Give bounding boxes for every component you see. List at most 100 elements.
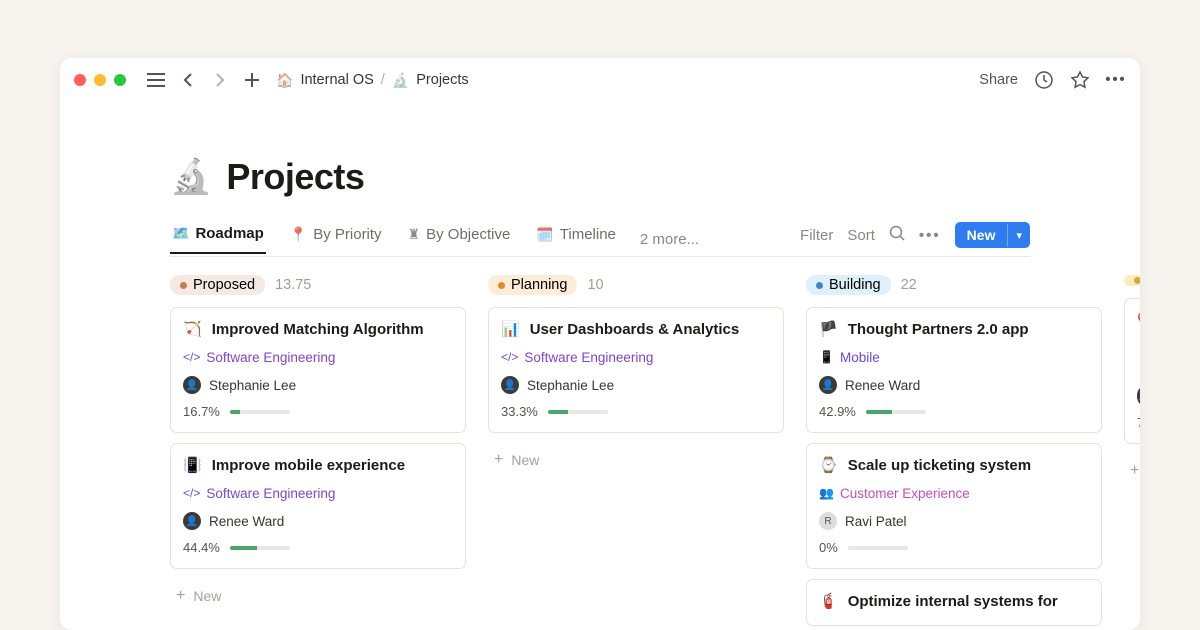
progress-pct: 42.9% <box>819 404 856 419</box>
nav-back-button[interactable] <box>176 68 200 92</box>
titlebar: 🏠 Internal OS / 🔬 Projects Share ••• <box>60 58 1140 102</box>
tag-icon: 📱 <box>819 350 834 364</box>
tab-by-objective[interactable]: ♜ By Objective <box>406 226 513 253</box>
microscope-icon: 🔬 <box>392 72 409 89</box>
view-tools: Filter Sort ••• New ▾ <box>800 222 1030 256</box>
card-owner: 👤Renee Ward <box>819 376 1089 394</box>
card-tag: 📱Mobile <box>819 350 880 365</box>
new-page-button[interactable] <box>240 68 264 92</box>
tab-roadmap[interactable]: 🗺️ Roadmap <box>170 225 266 254</box>
page-header: 🔬 Projects <box>170 156 1030 198</box>
status-dot-icon <box>498 282 505 289</box>
tab-timeline[interactable]: 🗓️ Timeline <box>534 226 618 253</box>
more-icon[interactable]: ••• <box>1106 70 1126 90</box>
progress-pct: 44.4% <box>183 540 220 555</box>
column-header: Proposed 13.75 <box>170 275 466 295</box>
card-emoji-icon: 🏴 <box>819 320 838 340</box>
share-button[interactable]: Share <box>979 72 1018 88</box>
status-dot-icon <box>816 282 823 289</box>
minimize-window-button[interactable] <box>94 74 106 86</box>
chevron-down-icon[interactable]: ▾ <box>1007 224 1030 247</box>
page-icon[interactable]: 🔬 <box>170 157 212 197</box>
card-emoji-icon: 📳 <box>183 456 202 476</box>
progress-bar <box>866 410 926 414</box>
traffic-lights <box>74 74 126 86</box>
board-column-overflow: ❤️ 📱 👤 75 + <box>1124 275 1140 630</box>
view-tabs: 🗺️ Roadmap 📍 By Priority ♜ By Objective … <box>170 222 1030 257</box>
map-icon: 🗺️ <box>172 225 189 242</box>
column-header: Planning 10 <box>488 275 784 295</box>
card-emoji-icon: 🏹 <box>183 320 202 340</box>
card-owner: 👤Stephanie Lee <box>183 376 453 394</box>
search-icon[interactable] <box>889 225 905 245</box>
tab-by-priority[interactable]: 📍 By Priority <box>288 226 384 253</box>
column-count: 13.75 <box>275 277 311 293</box>
card-title: 🏹Improved Matching Algorithm <box>183 320 453 340</box>
progress-bar <box>230 546 290 550</box>
card-tag: </>Software Engineering <box>183 486 335 501</box>
star-icon[interactable] <box>1070 70 1090 90</box>
card-tag: 👥Customer Experience <box>819 486 970 501</box>
card-emoji-icon: 📊 <box>501 320 520 340</box>
chess-icon: ♜ <box>408 226 421 243</box>
card-title: 📳Improve mobile experience <box>183 456 453 476</box>
nav-forward-button[interactable] <box>208 68 232 92</box>
plus-icon: + <box>176 587 185 605</box>
card-emoji-icon: 🧯 <box>819 592 838 612</box>
page-body: 🔬 Projects 🗺️ Roadmap 📍 By Priority ♜ By… <box>60 156 1140 630</box>
home-icon: 🏠 <box>276 72 293 89</box>
card[interactable]: 🏹Improved Matching Algorithm </>Software … <box>170 307 466 433</box>
board-column: Planning 10 📊User Dashboards & Analytics… <box>488 275 784 630</box>
add-card-button[interactable]: + <box>1124 454 1140 488</box>
avatar: 👤 <box>819 376 837 394</box>
sidebar-toggle-icon[interactable] <box>144 68 168 92</box>
card[interactable]: 🧯Optimize internal systems for <box>806 579 1102 626</box>
breadcrumb-current[interactable]: Projects <box>416 72 468 88</box>
maximize-window-button[interactable] <box>114 74 126 86</box>
new-button[interactable]: New ▾ <box>955 222 1030 248</box>
column-count: 22 <box>901 277 917 293</box>
close-window-button[interactable] <box>74 74 86 86</box>
avatar: 👤 <box>183 376 201 394</box>
board: Proposed 13.75 🏹Improved Matching Algori… <box>170 275 1030 630</box>
progress-pct: 16.7% <box>183 404 220 419</box>
card-owner: RRavi Patel <box>819 512 1089 530</box>
breadcrumb-root[interactable]: Internal OS <box>300 72 373 88</box>
tabs-more-button[interactable]: 2 more... <box>640 231 699 248</box>
progress-row: 42.9% <box>819 404 1089 419</box>
avatar: 👤 <box>183 512 201 530</box>
plus-icon: + <box>494 451 503 469</box>
column-header: Building 22 <box>806 275 1102 295</box>
tab-label: By Objective <box>426 226 510 243</box>
sort-button[interactable]: Sort <box>847 227 875 244</box>
view-more-icon[interactable]: ••• <box>919 227 941 244</box>
card[interactable]: 📊User Dashboards & Analytics</>Software … <box>488 307 784 433</box>
board-column: Building 22 🏴Thought Partners 2.0 app📱Mo… <box>806 275 1102 630</box>
page-title: Projects <box>226 156 364 198</box>
calendar-icon: 🗓️ <box>536 226 553 243</box>
card[interactable]: 📳Improve mobile experience </>Software En… <box>170 443 466 569</box>
card[interactable]: ⌚Scale up ticketing system👥Customer Expe… <box>806 443 1102 569</box>
card[interactable]: 🏴Thought Partners 2.0 app📱Mobile👤Renee W… <box>806 307 1102 433</box>
avatar: R <box>819 512 837 530</box>
clock-icon[interactable] <box>1034 70 1054 90</box>
card-title: 🧯Optimize internal systems for <box>819 592 1089 612</box>
tab-label: Roadmap <box>195 225 263 242</box>
status-dot-icon <box>180 282 187 289</box>
card-tag: </>Software Engineering <box>183 350 335 365</box>
progress-row: 44.4% <box>183 540 453 555</box>
add-card-button[interactable]: +New <box>170 579 466 613</box>
filter-button[interactable]: Filter <box>800 227 833 244</box>
tag-icon: </> <box>183 486 200 500</box>
board-column: Proposed 13.75 🏹Improved Matching Algori… <box>170 275 466 630</box>
tag-icon: 👥 <box>819 486 834 500</box>
status-pill[interactable]: Planning <box>488 275 577 295</box>
tag-icon: </> <box>183 350 200 364</box>
add-card-button[interactable]: +New <box>488 443 784 477</box>
column-count: 10 <box>587 277 603 293</box>
status-pill[interactable]: Proposed <box>170 275 265 295</box>
status-pill[interactable]: Building <box>806 275 891 295</box>
card-owner: 👤Stephanie Lee <box>501 376 771 394</box>
app-window: 🏠 Internal OS / 🔬 Projects Share ••• 🔬 P… <box>60 58 1140 630</box>
new-button-label: New <box>955 222 1008 248</box>
